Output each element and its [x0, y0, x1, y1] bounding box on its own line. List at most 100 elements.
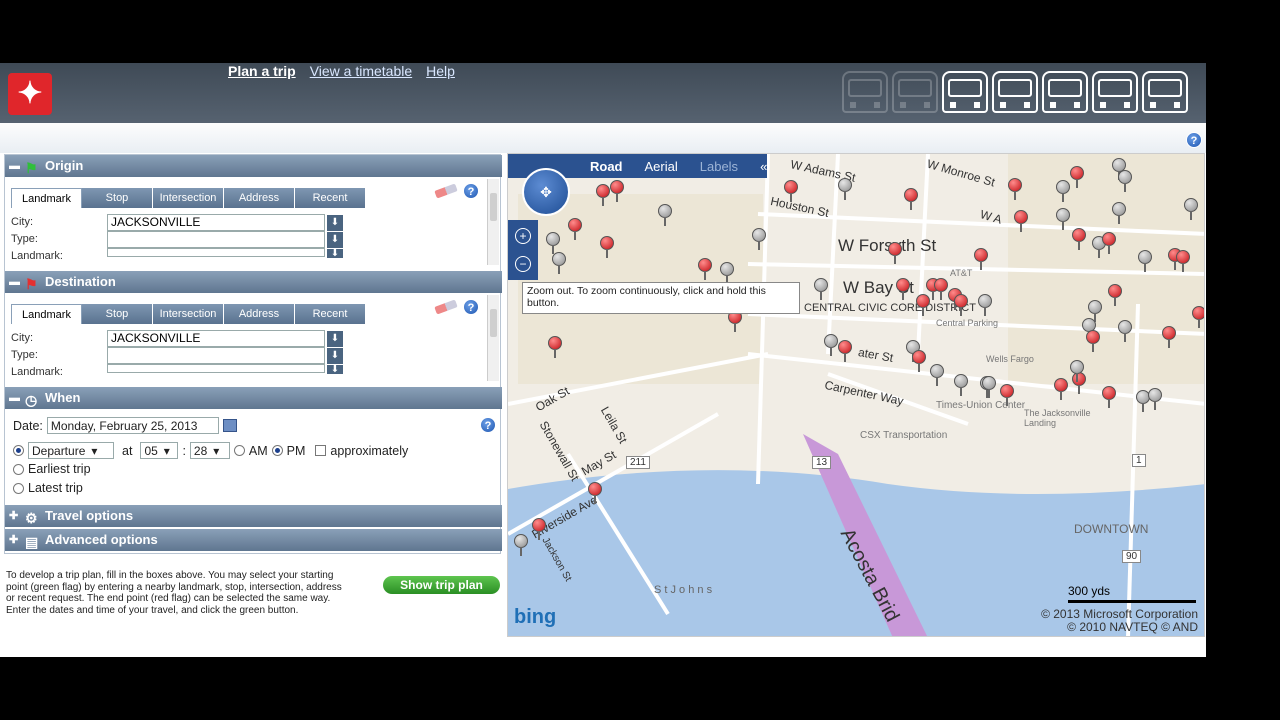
when-header[interactable]: ▬ ◷ When [5, 387, 502, 409]
expand-icon[interactable]: ✚ [9, 529, 18, 551]
map-pin-icon[interactable] [1056, 180, 1070, 202]
origin-landmark-field[interactable] [107, 248, 325, 257]
eraser-icon[interactable] [434, 299, 458, 315]
tab-recent[interactable]: Recent [295, 304, 366, 324]
map-pin-icon[interactable] [912, 350, 926, 372]
question-icon[interactable]: ? [463, 183, 479, 199]
map-pin-icon[interactable] [838, 340, 852, 362]
collapse-icon[interactable]: ▬ [9, 155, 20, 177]
pan-wheel-icon[interactable]: ✥ [522, 168, 570, 216]
map-pin-icon[interactable] [1176, 250, 1190, 272]
map-pin-icon[interactable] [1054, 378, 1068, 400]
map-pin-icon[interactable] [838, 178, 852, 200]
map-pin-icon[interactable] [954, 294, 968, 316]
map-pin-icon[interactable] [596, 184, 610, 206]
map-pin-icon[interactable] [1138, 250, 1152, 272]
destination-landmark-field[interactable] [107, 364, 325, 373]
map-pin-icon[interactable] [610, 180, 624, 202]
map-pin-icon[interactable] [1000, 384, 1014, 406]
tab-intersection[interactable]: Intersection [153, 188, 224, 208]
map-view[interactable]: W Forsyth St W Bay St CENTRAL CIVIC CORE… [507, 153, 1205, 637]
map-pin-icon[interactable] [1102, 232, 1116, 254]
map-pin-icon[interactable] [1014, 210, 1028, 232]
map-pin-icon[interactable] [1070, 360, 1084, 382]
map-pin-icon[interactable] [752, 228, 766, 250]
calendar-icon[interactable] [222, 419, 237, 432]
approximately-checkbox[interactable] [315, 445, 327, 456]
arrow-down-icon[interactable]: ⬇ [327, 232, 343, 248]
map-pin-icon[interactable] [1112, 202, 1126, 224]
destination-header[interactable]: ▬ ⚑ Destination [5, 271, 502, 293]
map-pin-icon[interactable] [698, 258, 712, 280]
map-pin-icon[interactable] [1108, 284, 1122, 306]
map-pin-icon[interactable] [1070, 166, 1084, 188]
destination-type-field[interactable] [107, 347, 325, 364]
map-pin-icon[interactable] [1072, 228, 1086, 250]
map-pin-icon[interactable] [600, 236, 614, 258]
latest-radio[interactable] [13, 482, 24, 494]
map-pin-icon[interactable] [1162, 326, 1176, 348]
show-trip-plan-button[interactable]: Show trip plan [383, 576, 500, 594]
map-pin-icon[interactable] [588, 482, 602, 504]
help-icon[interactable]: ? [1186, 131, 1202, 149]
nav-plan-a-trip[interactable]: Plan a trip [228, 63, 296, 81]
map-pin-icon[interactable] [904, 188, 918, 210]
zoom-out-icon[interactable]: − [515, 256, 531, 272]
arrow-down-icon[interactable]: ⬇ [327, 365, 343, 375]
map-pin-icon[interactable] [568, 218, 582, 240]
map-pin-icon[interactable] [1008, 178, 1022, 200]
jta-logo-icon[interactable]: ✦ [8, 73, 52, 115]
collapse-icon[interactable]: ▬ [9, 271, 20, 293]
map-pin-icon[interactable] [1148, 388, 1162, 410]
map-pin-icon[interactable] [1118, 170, 1132, 192]
map-pin-icon[interactable] [546, 232, 560, 254]
map-pin-icon[interactable] [1102, 386, 1116, 408]
tab-recent[interactable]: Recent [295, 188, 366, 208]
map-pin-icon[interactable] [978, 294, 992, 316]
map-pin-icon[interactable] [1118, 320, 1132, 342]
map-pin-icon[interactable] [1056, 208, 1070, 230]
map-pin-icon[interactable] [824, 334, 838, 356]
earliest-radio[interactable] [13, 463, 24, 475]
tab-address[interactable]: Address [224, 304, 295, 324]
collapse-map-menu-icon[interactable]: « [760, 159, 767, 174]
map-pin-icon[interactable] [548, 336, 562, 358]
date-field[interactable]: Monday, February 25, 2013 [46, 417, 219, 434]
advanced-options-header[interactable]: ✚ ▤ Advanced options [5, 529, 502, 551]
question-icon[interactable]: ? [1186, 132, 1202, 148]
tab-address[interactable]: Address [224, 188, 295, 208]
am-radio[interactable] [233, 445, 245, 456]
tab-stop[interactable]: Stop [82, 188, 153, 208]
map-pin-icon[interactable] [930, 364, 944, 386]
question-icon[interactable]: ? [480, 417, 496, 433]
map-pin-icon[interactable] [982, 376, 996, 398]
map-pin-icon[interactable] [784, 180, 798, 202]
map-pin-icon[interactable] [1086, 330, 1100, 352]
zoom-in-icon[interactable]: + [515, 228, 531, 244]
map-pin-icon[interactable] [974, 248, 988, 270]
tab-aerial[interactable]: Aerial [645, 159, 678, 174]
nav-view-timetable[interactable]: View a timetable [310, 63, 412, 81]
map-pin-icon[interactable] [720, 262, 734, 284]
origin-header[interactable]: ▬ ⚑ Origin [5, 155, 502, 177]
tab-landmark[interactable]: Landmark [11, 304, 82, 324]
map-pin-icon[interactable] [954, 374, 968, 396]
tab-stop[interactable]: Stop [82, 304, 153, 324]
departure-select[interactable]: Departure ▾ [28, 442, 114, 459]
map-pin-icon[interactable] [1192, 306, 1204, 328]
pm-radio[interactable] [271, 445, 283, 456]
origin-city-field[interactable]: JACKSONVILLE [107, 214, 325, 231]
tab-labels[interactable]: Labels [700, 159, 738, 174]
collapse-icon[interactable]: ▬ [9, 387, 20, 409]
map-pin-icon[interactable] [814, 278, 828, 300]
arrow-down-icon[interactable]: ⬇ [327, 331, 343, 347]
arrow-down-icon[interactable]: ⬇ [327, 249, 343, 259]
scroll-thumb[interactable] [490, 309, 497, 337]
map-pin-icon[interactable] [658, 204, 672, 226]
tab-intersection[interactable]: Intersection [153, 304, 224, 324]
map-pin-icon[interactable] [888, 242, 902, 264]
departure-radio[interactable] [13, 445, 24, 456]
map-pin-icon[interactable] [532, 518, 546, 540]
eraser-icon[interactable] [434, 183, 458, 199]
map-pin-icon[interactable] [552, 252, 566, 274]
